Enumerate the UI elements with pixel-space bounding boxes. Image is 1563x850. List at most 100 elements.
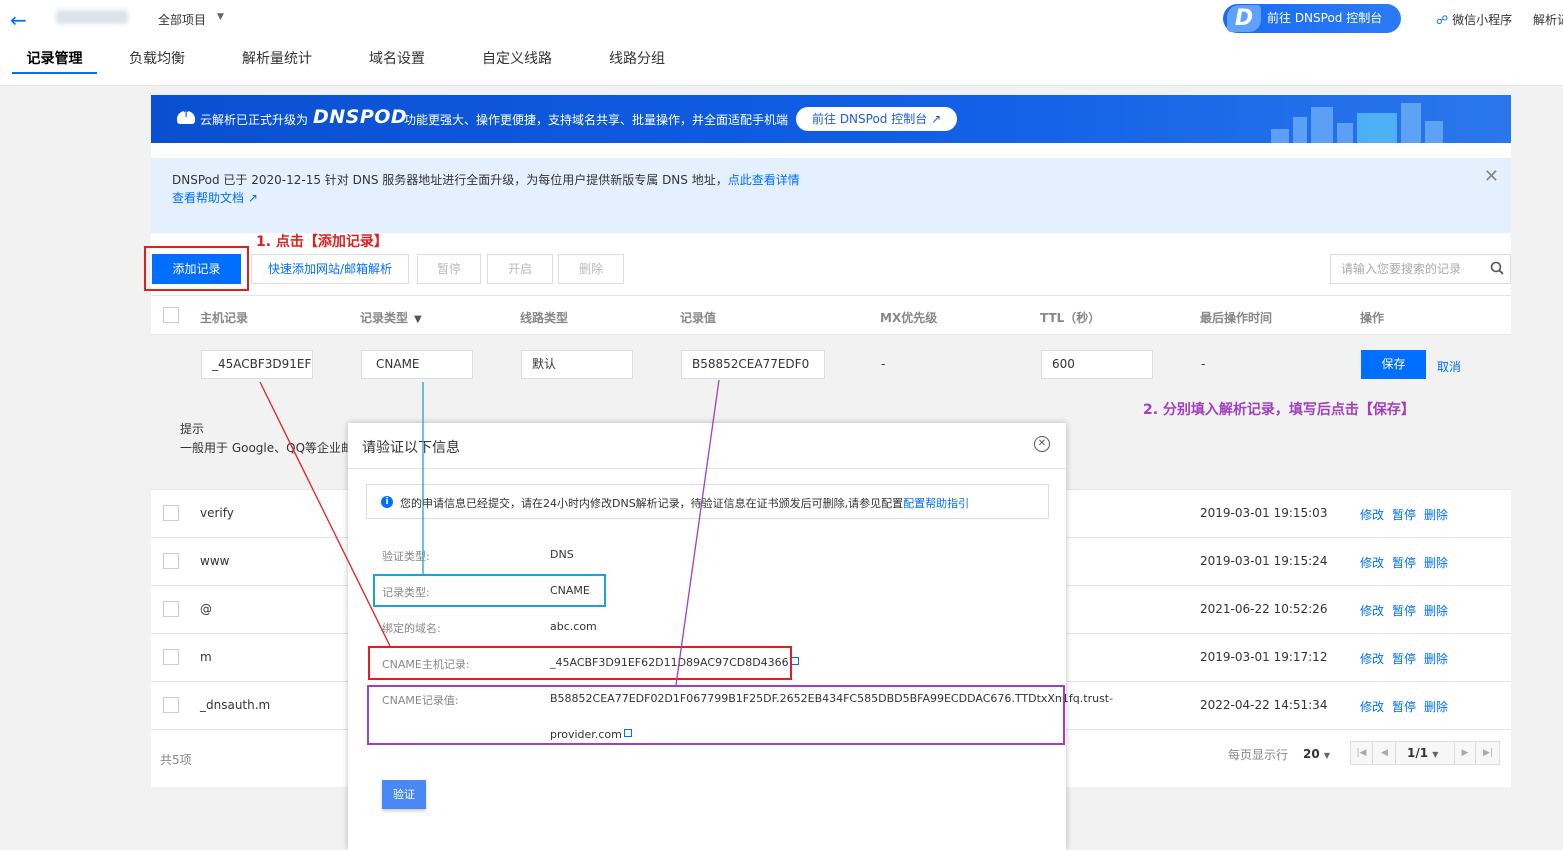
delete-button[interactable]: 删除 [558,254,624,284]
cloud-upload-icon [177,109,195,124]
upgrade-banner: 云解析已正式升级为 DNSPOD 功能更强大、操作更便捷，支持域名共享、批量操作… [151,95,1511,143]
edit-link[interactable]: 修改 [1360,556,1384,570]
row-checkbox[interactable] [163,601,179,617]
tab-domain-settings[interactable]: 域名设置 [337,44,457,74]
col-type: 记录类型 ▼ [360,309,422,326]
enable-button[interactable]: 开启 [487,254,553,284]
annotation-step2: 2. 分别填入解析记录，填写后点击【保存】 [1143,402,1415,418]
annotation-box-record-type [373,574,606,607]
delete-link[interactable]: 删除 [1424,700,1448,714]
verify-button[interactable]: 验证 [382,780,426,809]
back-arrow-icon[interactable]: ← [10,8,27,32]
project-select[interactable]: 全部项目 [158,11,206,28]
delete-link[interactable]: 删除 [1424,556,1448,570]
col-last-op: 最后操作时间 [1200,311,1273,325]
tab-custom-lines[interactable]: 自定义线路 [457,44,577,74]
notice-text-line: DNSPod 已于 2020-12-15 针对 DNS 服务器地址进行全面升级，… [172,171,800,188]
last-page-icon[interactable]: ▶| [1477,742,1499,764]
go-dnspod-console-label: 前往 DNSPod 控制台 [1267,11,1383,25]
cancel-link[interactable]: 取消 [1437,358,1461,375]
close-icon[interactable]: ✕ [1034,436,1050,452]
row-checkbox[interactable] [163,553,179,569]
config-help-link[interactable]: 配置帮助指引 [903,497,969,510]
line-type-select[interactable]: 默认 [521,350,633,379]
delete-link[interactable]: 删除 [1424,508,1448,522]
edit-link[interactable]: 修改 [1360,652,1384,666]
edit-link[interactable]: 修改 [1360,700,1384,714]
search-icon[interactable] [1490,261,1504,275]
top-bar: ← 全部项目 ▼ D 前往 DNSPod 控制台 ☍微信小程序 解析记 记录管理… [0,0,1563,86]
pause-link[interactable]: 暂停 [1392,508,1416,522]
col-value: 记录值 [680,311,717,325]
tab-load-balancing[interactable]: 负载均衡 [97,44,217,74]
record-type-select[interactable]: CNAME [361,350,473,379]
pause-link[interactable]: 暂停 [1392,700,1416,714]
row-ops: 修改 暂停 删除 [1360,650,1456,667]
row-time: 2019-03-01 19:15:24 [1200,554,1328,568]
col-mx: MX优先级 [880,311,938,325]
field-label-bound-domain: 绑定的域名: [382,622,441,635]
page-value: 1/1 [1407,746,1429,760]
tab-line-groups[interactable]: 线路分组 [577,44,697,74]
row-time: 2022-04-22 14:51:34 [1200,698,1328,712]
per-page-select[interactable]: 20 ▼ [1303,747,1330,761]
dnspod-logo-icon: D [1227,5,1261,32]
pause-button[interactable]: 暂停 [417,254,481,284]
record-value-input[interactable]: B58852CEA77EDF0 [681,350,825,379]
row-host: www [200,554,230,568]
edit-link[interactable]: 修改 [1360,508,1384,522]
record-search-input[interactable] [1331,255,1471,283]
go-dnspod-console-button[interactable]: D 前往 DNSPod 控制台 [1223,4,1401,33]
table-header: 主机记录 记录类型 ▼ 线路类型 记录值 MX优先级 TTL（秒） 最后操作时间 … [151,295,1511,335]
banner-text-prefix: 云解析已正式升级为 [200,113,309,127]
pause-link[interactable]: 暂停 [1392,652,1416,666]
edit-link[interactable]: 修改 [1360,604,1384,618]
delete-link[interactable]: 删除 [1424,652,1448,666]
tab-resolution-stats[interactable]: 解析量统计 [217,44,337,74]
notice-text: DNSPod 已于 2020-12-15 针对 DNS 服务器地址进行全面升级，… [172,173,728,187]
save-button[interactable]: 保存 [1361,350,1426,379]
next-page-icon[interactable]: ▶ [1454,742,1476,764]
pagination: |◀ ◀ 1/1 ▼ ▶ ▶| [1350,741,1500,765]
close-icon[interactable]: ✕ [1484,166,1499,187]
col-line: 线路类型 [520,311,569,325]
pause-link[interactable]: 暂停 [1392,556,1416,570]
banner-decoration [1261,99,1451,143]
page-select[interactable]: 1/1 ▼ [1407,742,1438,766]
modal-divider [348,468,1066,469]
annotation-step1: 1. 点击【添加记录】 [256,234,388,250]
modal-info-message: 您的申请信息已经提交，请在24小时内修改DNS解析记录，待验证信息在证书颁发后可… [400,497,904,510]
help-doc-link[interactable]: 查看帮助文档 ↗ [172,189,258,206]
dns-upgrade-notice: DNSPod 已于 2020-12-15 针对 DNS 服务器地址进行全面升级，… [151,158,1511,233]
row-ops: 修改 暂停 删除 [1360,506,1456,523]
quick-add-button[interactable]: 快速添加网站/邮箱解析 [251,254,409,284]
tip-text: 一般用于 Google、QQ等企业邮 [180,441,354,455]
row-ops: 修改 暂停 删除 [1360,602,1456,619]
delete-link[interactable]: 删除 [1424,604,1448,618]
last-op-value: - [1201,357,1206,371]
annotation-box-cname-host [368,646,792,680]
banner-go-console-button[interactable]: 前往 DNSPod 控制台 ↗ [796,107,958,131]
tab-record-management[interactable]: 记录管理 [12,44,97,74]
add-record-button[interactable]: 添加记录 [152,254,241,284]
banner-description: 功能更强大、操作更便捷，支持域名共享、批量操作，并全面适配手机端 [404,113,789,127]
prev-page-icon[interactable]: ◀ [1374,742,1396,764]
row-checkbox[interactable] [163,697,179,713]
chevron-down-icon[interactable]: ▼ [217,12,224,22]
filter-icon[interactable]: ▼ [414,314,422,325]
parse-link-truncated[interactable]: 解析记 [1533,11,1563,28]
pause-link[interactable]: 暂停 [1392,604,1416,618]
row-time: 2019-03-01 19:15:03 [1200,506,1328,520]
row-ops: 修改 暂停 删除 [1360,554,1456,571]
help-doc-label: 查看帮助文档 [172,191,245,205]
row-checkbox[interactable] [163,649,179,665]
ttl-input[interactable]: 600 [1041,350,1153,379]
notice-detail-link[interactable]: 点此查看详情 [728,173,800,187]
first-page-icon[interactable]: |◀ [1351,742,1373,764]
row-host: verify [200,506,234,520]
row-checkbox[interactable] [163,505,179,521]
row-host: @ [200,602,212,616]
wechat-mini-program-link[interactable]: ☍ 微信小程序 [1436,11,1512,28]
select-all-checkbox[interactable] [163,307,179,323]
host-record-input[interactable]: _45ACBF3D91EF [201,350,313,379]
